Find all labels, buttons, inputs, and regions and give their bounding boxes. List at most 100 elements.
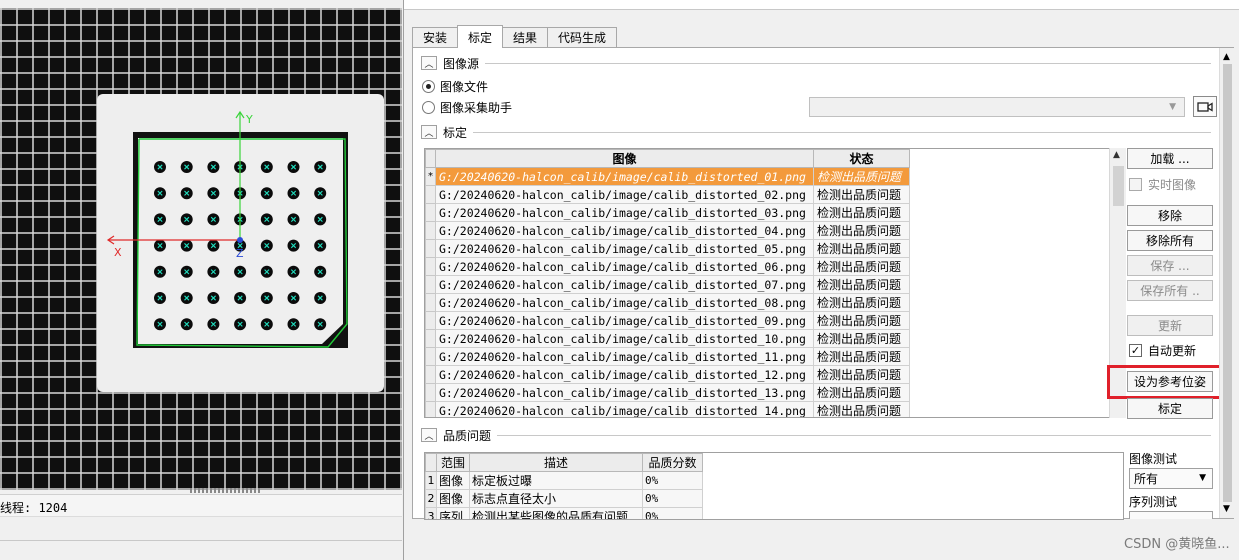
status-cell[interactable]: 检测出品质问题 <box>813 383 910 402</box>
image-path-cell[interactable]: G:/20240620-halcon_calib/image/calib_dis… <box>435 347 814 366</box>
acquisition-device-select[interactable]: ▼ <box>809 97 1185 117</box>
table-row[interactable]: G:/20240620-halcon_calib/image/calib_dis… <box>425 383 910 402</box>
auto-update-checkbox-row[interactable]: ✓ 自动更新 <box>1129 342 1196 359</box>
image-path-cell[interactable]: G:/20240620-halcon_calib/image/calib_dis… <box>435 383 814 402</box>
collapse-image-source-button[interactable]: ︿ <box>421 56 437 70</box>
score-cell[interactable]: 0% <box>642 507 703 519</box>
scrollbar-thumb[interactable] <box>1223 64 1232 502</box>
status-cell[interactable]: 检测出品质问题 <box>813 329 910 348</box>
row-header-cell[interactable] <box>425 293 436 312</box>
image-path-cell[interactable]: G:/20240620-halcon_calib/image/calib_dis… <box>435 239 814 258</box>
status-cell[interactable]: 检测出品质问题 <box>813 347 910 366</box>
image-path-cell[interactable]: G:/20240620-halcon_calib/image/calib_dis… <box>435 185 814 204</box>
tab-results[interactable]: 结果 <box>502 27 549 47</box>
table-row[interactable]: 3 序列 检测出某些图像的品质有问题 0% <box>425 507 703 519</box>
collapse-quality-button[interactable]: ︿ <box>421 428 437 442</box>
remove-button[interactable]: 移除 <box>1127 205 1213 226</box>
row-header-cell[interactable] <box>425 203 436 222</box>
update-button[interactable]: 更新 <box>1127 315 1213 336</box>
status-cell[interactable]: 检测出品质问题 <box>813 203 910 222</box>
save-button[interactable]: 保存 ... <box>1127 255 1213 276</box>
status-cell[interactable]: 检测出品质问题 <box>813 257 910 276</box>
image-path-cell[interactable]: G:/20240620-halcon_calib/image/calib_dis… <box>435 167 814 186</box>
column-header-score[interactable]: 品质分数 <box>642 453 703 472</box>
row-header-cell[interactable] <box>425 347 436 366</box>
row-header-cell[interactable] <box>425 257 436 276</box>
table-row[interactable]: * G:/20240620-halcon_calib/image/calib_di… <box>425 167 910 186</box>
table-row[interactable]: G:/20240620-halcon_calib/image/calib_dis… <box>425 221 910 240</box>
scope-cell[interactable]: 图像 <box>436 489 470 508</box>
scope-cell[interactable]: 序列 <box>436 507 470 519</box>
row-header-cell[interactable] <box>425 185 436 204</box>
table-row[interactable]: G:/20240620-halcon_calib/image/calib_dis… <box>425 185 910 204</box>
column-header-scope[interactable]: 范围 <box>436 453 470 472</box>
table-row[interactable]: G:/20240620-halcon_calib/image/calib_dis… <box>425 257 910 276</box>
table-row[interactable]: G:/20240620-halcon_calib/image/calib_dis… <box>425 401 910 417</box>
table-row[interactable]: G:/20240620-halcon_calib/image/calib_dis… <box>425 239 910 258</box>
radio-image-file[interactable] <box>422 80 435 93</box>
status-cell[interactable]: 检测出品质问题 <box>813 167 910 186</box>
camera-button[interactable] <box>1193 96 1217 117</box>
calibrate-button[interactable]: 标定 <box>1127 398 1213 419</box>
panel-scrollbar[interactable]: ▲ ▼ <box>1219 48 1234 518</box>
column-header-image[interactable]: 图像 <box>435 149 814 168</box>
row-header-cell[interactable] <box>425 401 436 417</box>
status-cell[interactable]: 检测出品质问题 <box>813 293 910 312</box>
scroll-up-icon[interactable]: ▲ <box>1113 150 1120 160</box>
row-header-cell[interactable] <box>425 383 436 402</box>
sequence-test-select[interactable] <box>1129 511 1213 519</box>
table-row[interactable]: G:/20240620-halcon_calib/image/calib_dis… <box>425 365 910 384</box>
score-cell[interactable]: 0% <box>642 471 703 490</box>
row-header-cell[interactable] <box>425 221 436 240</box>
score-cell[interactable]: 0% <box>642 489 703 508</box>
remove-all-button[interactable]: 移除所有 <box>1127 230 1213 251</box>
image-path-cell[interactable]: G:/20240620-halcon_calib/image/calib_dis… <box>435 293 814 312</box>
status-cell[interactable]: 检测出品质问题 <box>813 365 910 384</box>
image-path-cell[interactable]: G:/20240620-halcon_calib/image/calib_dis… <box>435 257 814 276</box>
image-path-cell[interactable]: G:/20240620-halcon_calib/image/calib_dis… <box>435 401 814 417</box>
radio-image-file-row[interactable]: 图像文件 <box>422 78 488 95</box>
table-row[interactable]: G:/20240620-halcon_calib/image/calib_dis… <box>425 293 910 312</box>
auto-update-checkbox[interactable]: ✓ <box>1129 344 1142 357</box>
description-cell[interactable]: 检测出某些图像的品质有问题 <box>469 507 643 519</box>
collapse-calibration-button[interactable]: ︿ <box>421 125 437 139</box>
radio-acquisition-assistant[interactable] <box>422 101 435 114</box>
status-cell[interactable]: 检测出品质问题 <box>813 311 910 330</box>
column-header-description[interactable]: 描述 <box>469 453 643 472</box>
table-row[interactable]: G:/20240620-halcon_calib/image/calib_dis… <box>425 203 910 222</box>
image-path-cell[interactable]: G:/20240620-halcon_calib/image/calib_dis… <box>435 329 814 348</box>
description-cell[interactable]: 标定板过曝 <box>469 471 643 490</box>
scroll-down-icon[interactable]: ▼ <box>1223 504 1230 514</box>
image-path-cell[interactable]: G:/20240620-halcon_calib/image/calib_dis… <box>435 221 814 240</box>
radio-acquisition-assistant-row[interactable]: 图像采集助手 <box>422 99 512 116</box>
table-row[interactable]: G:/20240620-halcon_calib/image/calib_dis… <box>425 347 910 366</box>
calibration-image-table[interactable]: 图像 状态 * G:/20240620-halcon_calib/image/ca… <box>424 148 1126 418</box>
table-row[interactable]: G:/20240620-halcon_calib/image/calib_dis… <box>425 275 910 294</box>
description-cell[interactable]: 标志点直径太小 <box>469 489 643 508</box>
row-header-cell[interactable]: * <box>425 167 436 186</box>
table-row[interactable]: 2 图像 标志点直径太小 0% <box>425 489 703 508</box>
column-header-status[interactable]: 状态 <box>813 149 910 168</box>
scope-cell[interactable]: 图像 <box>436 471 470 490</box>
image-path-cell[interactable]: G:/20240620-halcon_calib/image/calib_dis… <box>435 311 814 330</box>
image-path-cell[interactable]: G:/20240620-halcon_calib/image/calib_dis… <box>435 365 814 384</box>
scrollbar-thumb[interactable] <box>1113 166 1124 206</box>
status-cell[interactable]: 检测出品质问题 <box>813 221 910 240</box>
status-cell[interactable]: 检测出品质问题 <box>813 239 910 258</box>
tab-calibrate[interactable]: 标定 <box>457 25 504 48</box>
image-path-cell[interactable]: G:/20240620-halcon_calib/image/calib_dis… <box>435 275 814 294</box>
save-all-button[interactable]: 保存所有 .. <box>1127 280 1213 301</box>
live-image-checkbox[interactable] <box>1129 178 1142 191</box>
row-header-cell[interactable] <box>425 275 436 294</box>
load-button[interactable]: 加载 ... <box>1127 148 1213 169</box>
row-header-cell[interactable] <box>425 329 436 348</box>
image-test-select[interactable]: 所有 ▼ <box>1129 468 1213 489</box>
calibration-image-canvas[interactable]: X Y Z <box>0 8 402 490</box>
row-header-cell[interactable] <box>425 365 436 384</box>
table-row[interactable]: G:/20240620-halcon_calib/image/calib_dis… <box>425 329 910 348</box>
status-cell[interactable]: 检测出品质问题 <box>813 185 910 204</box>
splitter-handle[interactable] <box>190 488 260 493</box>
quality-issues-table[interactable]: 范围 描述 品质分数 1 图像 标定板过曝 0% 2 图像 标志点直径太小 0% 3 序列 检测出某… <box>424 452 1124 520</box>
row-header-cell[interactable] <box>425 311 436 330</box>
tab-install[interactable]: 安装 <box>412 27 459 47</box>
